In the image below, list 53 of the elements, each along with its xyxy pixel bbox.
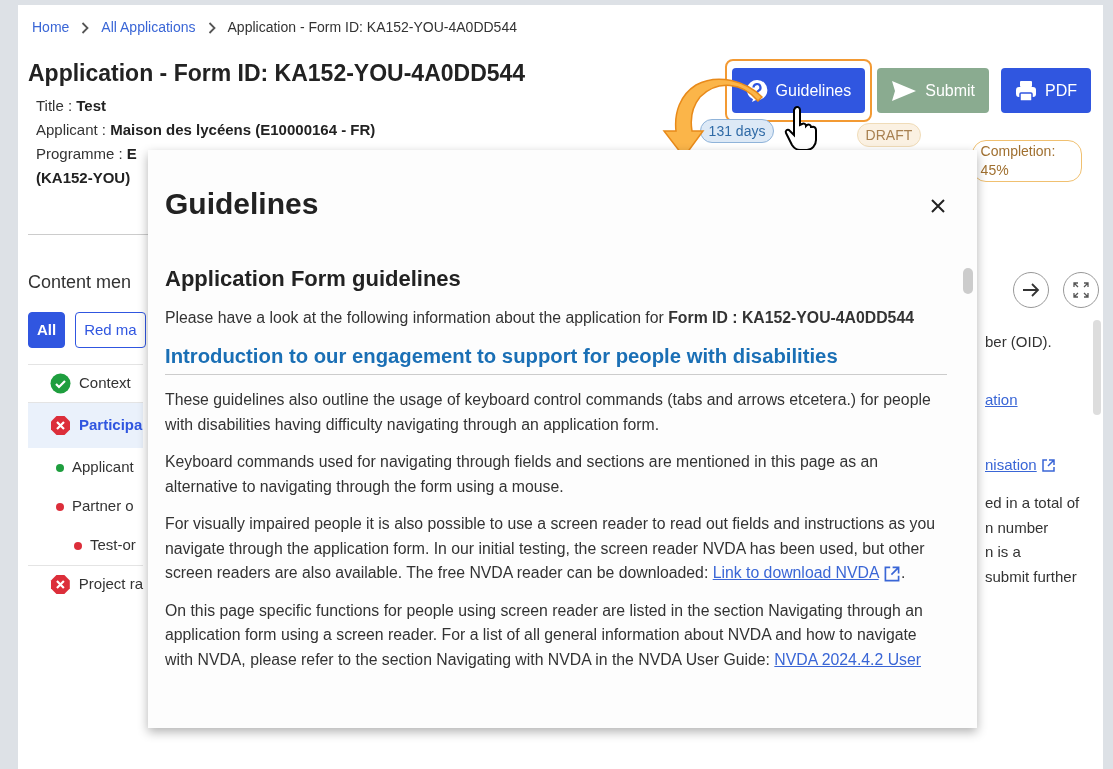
scrollbar[interactable] (1093, 320, 1101, 415)
error-icon (50, 415, 71, 437)
body-text: n is a (985, 542, 1022, 563)
text-link[interactable]: NVDA 2024.4.2 User (774, 650, 921, 668)
arrow-right-icon (1022, 281, 1040, 298)
detail-text: Applicant : Maison des lycéens (E10000164 - FR) (36, 119, 377, 140)
send-icon (891, 79, 918, 102)
text-link[interactable]: Link to download NVDA (712, 564, 879, 582)
detail-text: Programme : E (36, 143, 138, 164)
paragraph: For visually impaired people it is also possible to use a screen reader to read out fields and instructions as you navigate through the application form. In our initial testing, the screen reader NVDA has been used, but other screen readers are also available. The free NVDA reader can be downloaded: Link to download NVDA . (165, 514, 937, 586)
menu-item[interactable]: Participa (28, 402, 143, 449)
paragraph: These guidelines also outline the usage of keyboard control commands (tabs and arrows etcetera.) for people with disabilities having difficulty navigating through an application form. (165, 390, 932, 435)
printer-icon (1015, 79, 1037, 102)
text-link[interactable]: nisation (985, 455, 1037, 473)
chevron-icon (207, 21, 216, 34)
body-text: n number (985, 517, 1050, 538)
paragraph: Keyboard commands used for navigating through fields and sections are mentioned in this page as an alternative to navigating through the form using a mouse. (165, 452, 880, 497)
text-link[interactable]: ation (985, 391, 1018, 409)
filter-button[interactable]: All (28, 311, 66, 349)
pdf-button[interactable]: PDF (1001, 68, 1091, 113)
body-text: submit further (985, 566, 1078, 587)
intro-paragraph: Please have a look at the following information about the application for Form ID : KA152-YOU-4A0DD544 (165, 308, 915, 329)
chevron-icon (81, 21, 90, 34)
page-title: Application - Form ID: KA152-YOU-4A0DD544 (28, 60, 526, 88)
filter-button[interactable]: Red ma (75, 311, 146, 349)
menu-subitem[interactable]: Partner o (72, 495, 134, 518)
external-link-icon (1040, 458, 1056, 474)
breadcrumb-link[interactable]: All Applications (101, 17, 196, 38)
breadcrumb-link[interactable]: Home (32, 17, 70, 38)
error-icon (50, 574, 71, 596)
breadcrumb-current: Application - Form ID: KA152-YOU-4A0DD544 (227, 18, 517, 37)
menu-item[interactable]: Project ra (28, 565, 143, 604)
close-icon (931, 199, 945, 214)
deadline-badge: 131 days (699, 119, 775, 143)
check-circle-icon (50, 373, 71, 395)
completion-badge: Completion: 45% (971, 140, 1082, 182)
paragraph: On this page specific functions for people using screen reader are listed in the section Navigating through an application form using a screen reader. For a list of all general information about NVDA and how to navigate with NVDA, please refer to the section Navigating with NVDA in the NVDA User Guide: NVDA 2024.4.2 User (165, 600, 924, 670)
content-menu-title: Content men (28, 270, 133, 294)
detail-text: (KA152-YOU) (36, 167, 132, 188)
menu-subitem[interactable]: Test-or (90, 534, 136, 557)
body-text: ber (OID). (985, 331, 1053, 352)
body-text: ed in a total of (985, 493, 1081, 514)
expand-icon (1072, 280, 1090, 299)
detail-text: Title : Test (36, 95, 108, 116)
dialog-title: Guidelines (165, 186, 319, 222)
next-button[interactable] (1013, 271, 1049, 308)
expand-button[interactable] (1063, 271, 1099, 308)
section-heading: Introduction to our engagement to support for people with disabilities (165, 343, 947, 376)
status-badge: DRAFT (856, 123, 922, 147)
menu-subitem[interactable]: Applicant (72, 456, 134, 479)
dialog-heading: Application Form guidelines (165, 266, 462, 293)
guidelines-button[interactable]: Guidelines (731, 68, 866, 113)
scrollbar[interactable] (963, 268, 973, 294)
